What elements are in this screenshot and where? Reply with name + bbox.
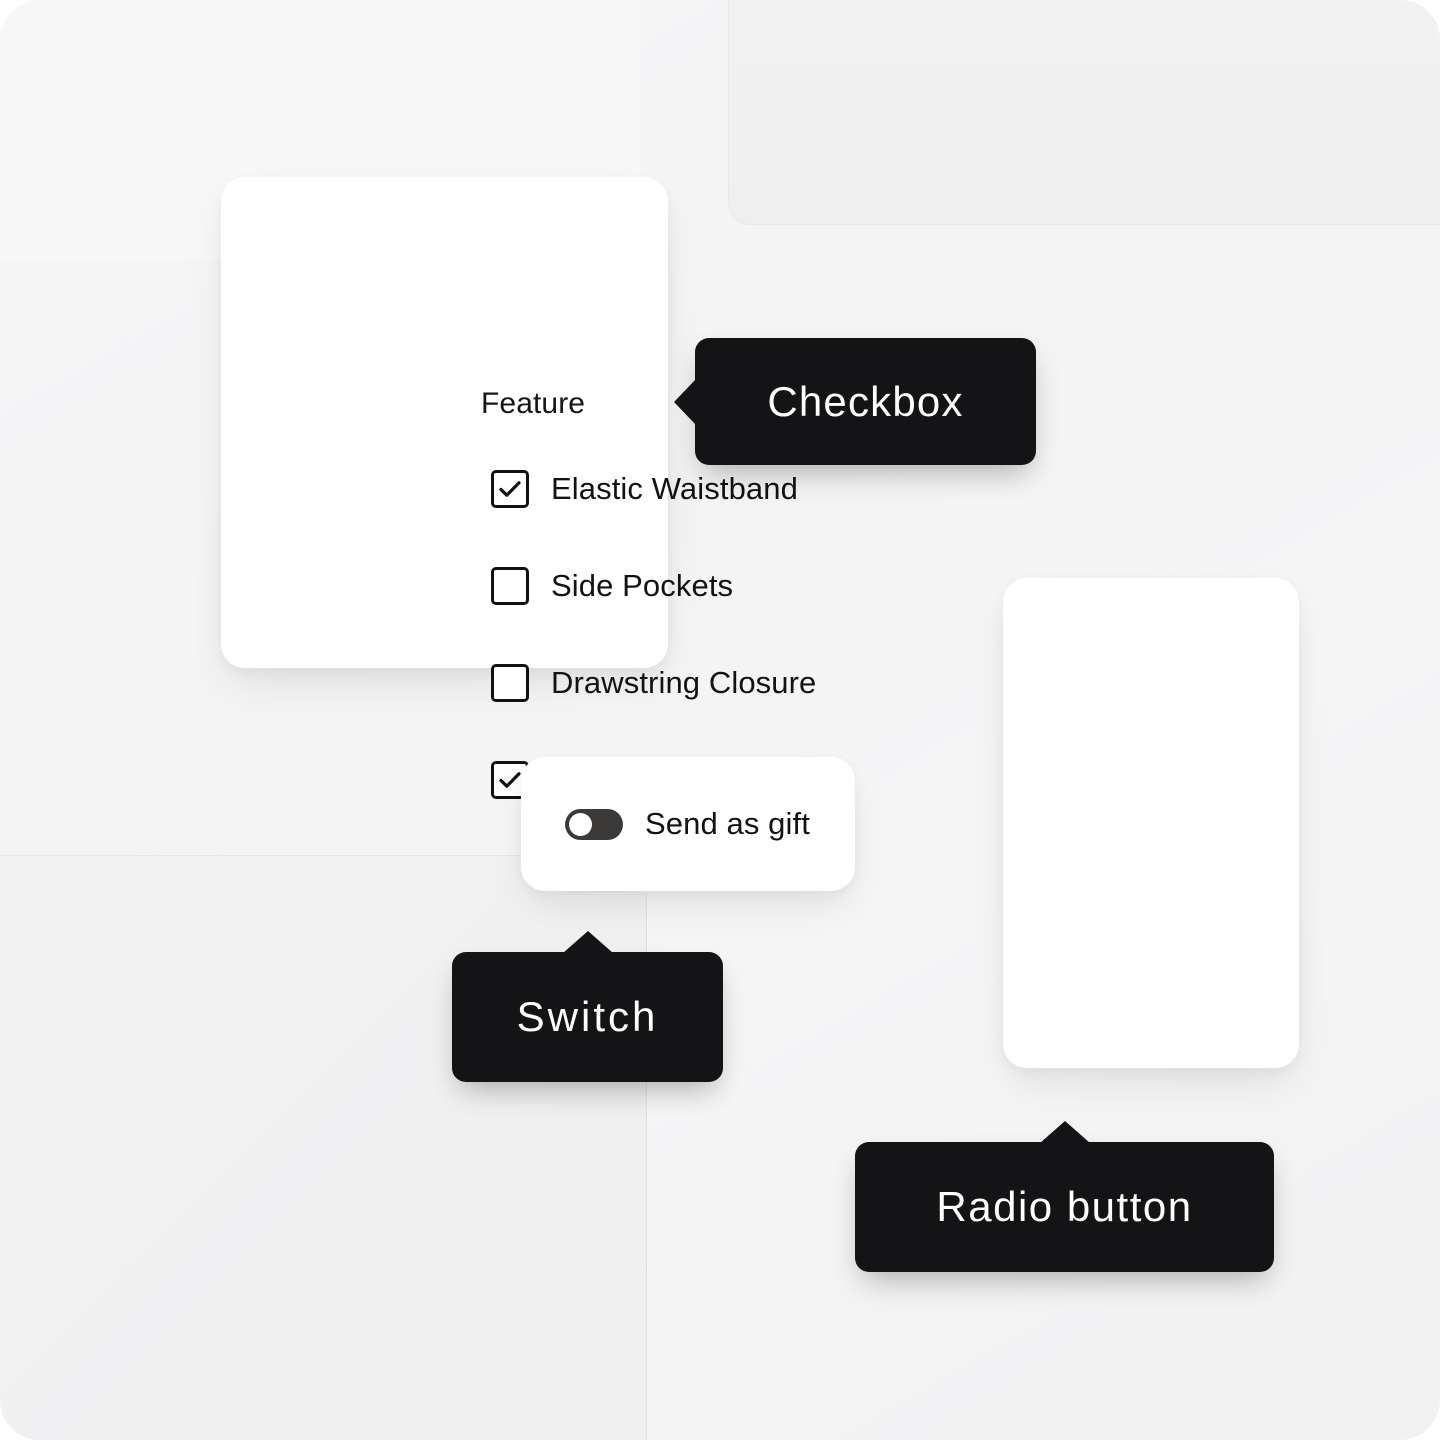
annotation-label: Checkbox bbox=[767, 377, 964, 425]
feature-card-title: Feature bbox=[481, 387, 586, 420]
feature-checkbox-card: Feature Elastic Waistband Side Pockets D… bbox=[221, 177, 816, 799]
background-panel-bottom-left bbox=[0, 856, 646, 1440]
annotation-tooltip-switch: Switch bbox=[452, 931, 723, 1082]
feature-option-list: Elastic Waistband Side Pockets Drawstrin… bbox=[491, 465, 816, 804]
tooltip-arrow-top-icon bbox=[1039, 1121, 1090, 1143]
switch-knob bbox=[569, 812, 592, 836]
background-panel-top-right bbox=[728, 0, 1440, 225]
pattern-radio-card: Pattern Plain Floral Polka Dot bbox=[1003, 578, 1299, 1068]
tooltip-arrow-top-icon bbox=[562, 931, 613, 953]
checkbox-icon[interactable] bbox=[491, 567, 529, 605]
toggle-switch-icon[interactable] bbox=[565, 808, 623, 840]
annotation-label: Switch bbox=[516, 993, 659, 1040]
annotation-label: Radio button bbox=[936, 1183, 1193, 1230]
checkbox-option-label: Side Pockets bbox=[551, 568, 734, 603]
switch-label: Send as gift bbox=[645, 806, 810, 841]
checkbox-option-label: Elastic Waistband bbox=[551, 471, 798, 506]
checkbox-option-label: Drawstring Closure bbox=[551, 665, 817, 700]
tooltip-arrow-left-icon bbox=[674, 378, 696, 425]
checkbox-option-drawstring-closure[interactable]: Drawstring Closure bbox=[491, 659, 816, 707]
annotation-tooltip-checkbox: Checkbox bbox=[674, 338, 1036, 465]
switch-row[interactable]: Send as gift bbox=[565, 806, 810, 842]
send-as-gift-switch-card: Send as gift bbox=[521, 757, 855, 891]
annotation-tooltip-radio-button: Radio button bbox=[855, 1121, 1274, 1272]
checkbox-option-side-pockets[interactable]: Side Pockets bbox=[491, 562, 816, 610]
checkbox-checked-icon[interactable] bbox=[491, 470, 529, 508]
checkbox-option-elastic-waistband[interactable]: Elastic Waistband bbox=[491, 465, 816, 513]
checkbox-icon[interactable] bbox=[491, 664, 529, 702]
canvas: Feature Elastic Waistband Side Pockets D… bbox=[0, 0, 1440, 1440]
